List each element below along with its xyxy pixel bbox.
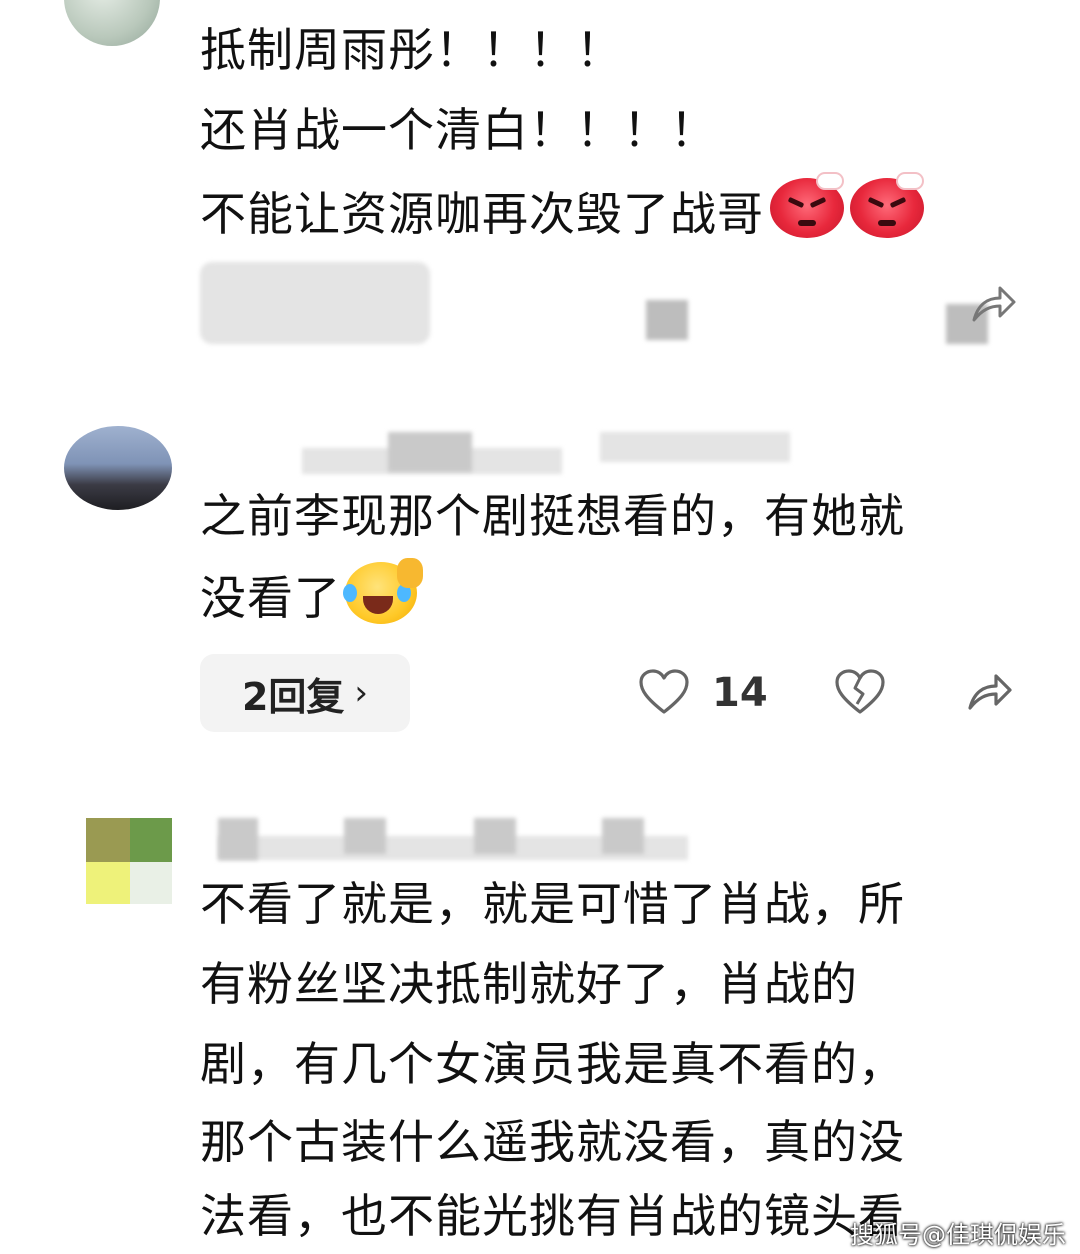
like-count: 14: [712, 670, 768, 716]
angry-emoji: [850, 174, 924, 238]
watermark: 搜狐号@佳琪侃娱乐: [850, 1221, 1066, 1249]
obscured-username: [344, 818, 386, 854]
comment-text-line: 那个古装什么遥我就没看，真的没: [200, 1115, 905, 1169]
obscured-username: [474, 818, 516, 854]
comment-text-line: 不能让资源咖再次毁了战哥: [200, 174, 924, 242]
share-icon[interactable]: [964, 668, 1016, 714]
obscured-meta: [600, 432, 790, 462]
comment-text-line: 不看了就是，就是可惜了肖战，所: [200, 877, 905, 931]
comment-text-line: 还肖战一个清白！！！！: [200, 103, 717, 157]
broken-heart-icon[interactable]: [834, 668, 886, 716]
comment-text-line: 抵制周雨彤！！！！: [200, 23, 623, 77]
reply-count-label: 2回复: [241, 674, 345, 719]
share-icon[interactable]: [968, 280, 1018, 326]
obscured-username: [602, 818, 644, 854]
angry-emoji: [770, 174, 844, 238]
comment-text-line: 没看了: [200, 558, 423, 626]
avatar[interactable]: [86, 818, 172, 904]
comment-text-line: 法看，也不能光挑有肖战的镜头看: [200, 1189, 905, 1243]
laughing-crying-emoji: [343, 558, 423, 624]
comment-text-line: 之前李现那个剧挺想看的，有她就: [200, 489, 905, 543]
reply-count-button[interactable]: 2回复 ›: [200, 654, 410, 732]
obscured-username: [388, 432, 472, 472]
avatar[interactable]: [64, 0, 160, 46]
comment-text: 没看了: [200, 571, 341, 625]
obscured-username: [218, 818, 258, 860]
comment-text-line: 有粉丝坚决抵制就好了，肖战的: [200, 957, 858, 1011]
comment-text-line: 剧，有几个女演员我是真不看的，: [200, 1037, 905, 1091]
obscured-like-area[interactable]: [646, 300, 688, 340]
chevron-right-icon: ›: [354, 673, 369, 713]
avatar[interactable]: [64, 426, 172, 510]
comment-text: 不能让资源咖再次毁了战哥: [200, 187, 764, 241]
obscured-reply-button[interactable]: [200, 262, 430, 344]
heart-icon[interactable]: [638, 668, 690, 716]
